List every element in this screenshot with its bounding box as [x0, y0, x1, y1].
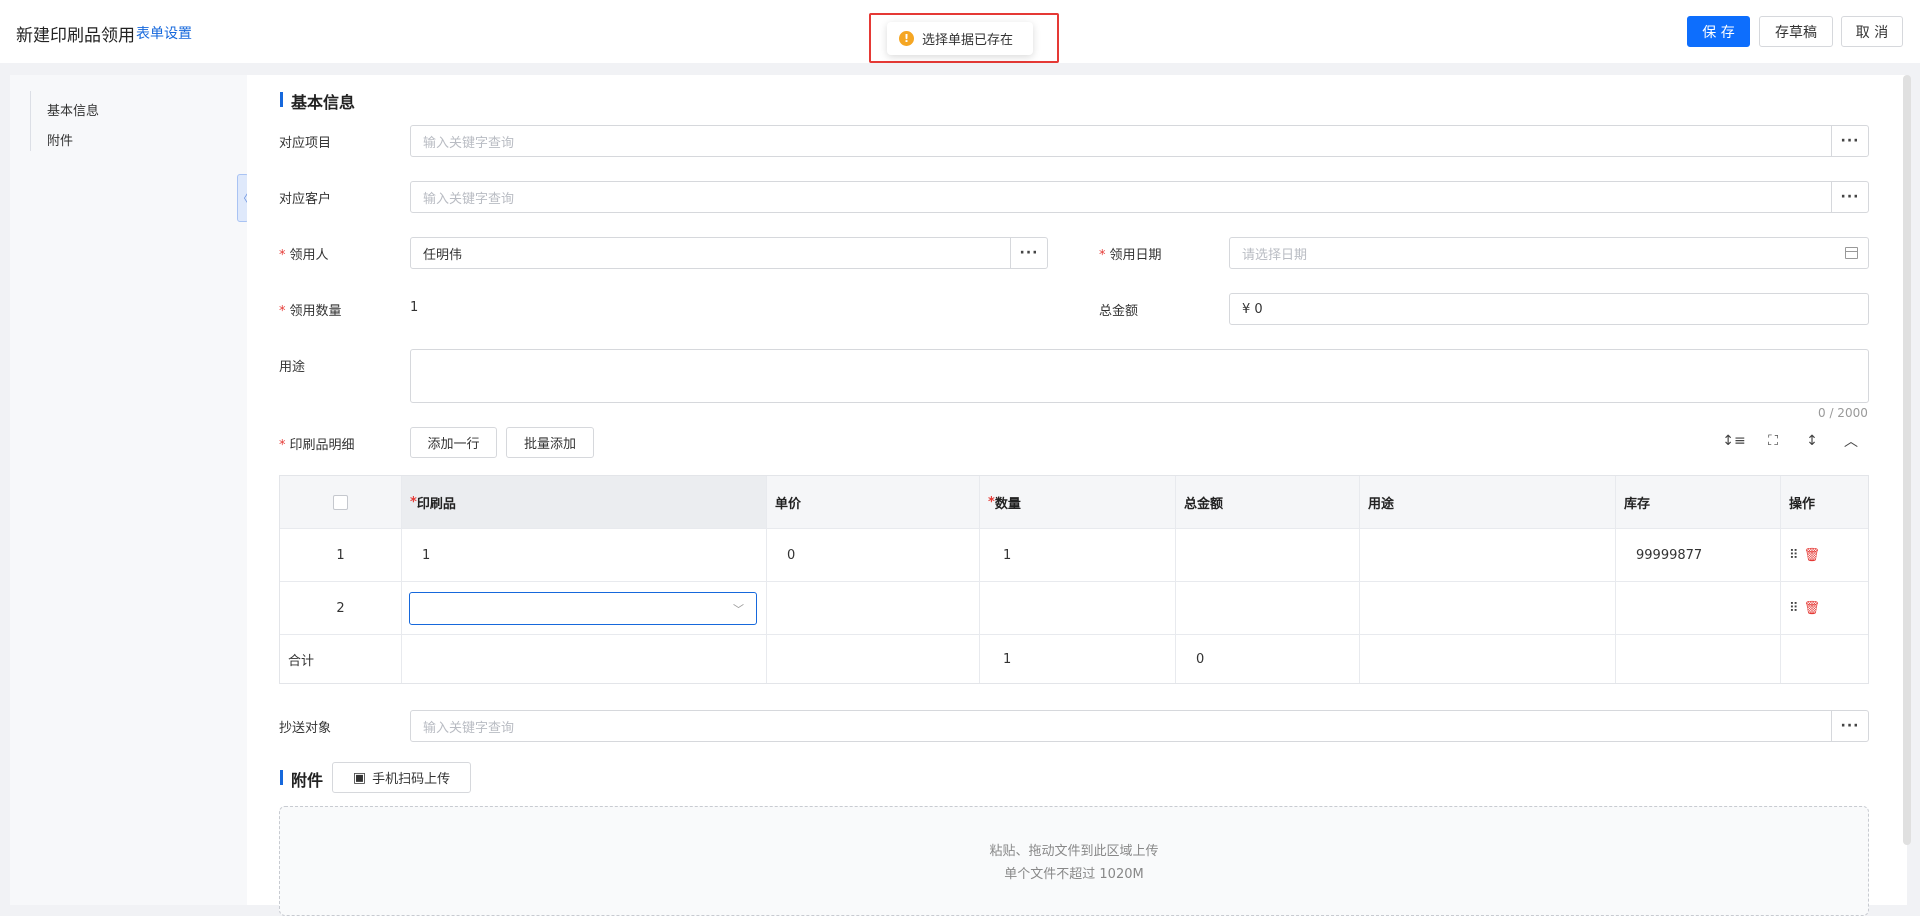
summary-row: 合计 1 0	[280, 635, 1868, 683]
table-row: 1 1 0 1 99999877 ⠿ 🗑	[280, 529, 1868, 582]
total-amount-label: 总金额	[1099, 304, 1139, 319]
drag-handle-icon[interactable]: ⠿	[1789, 548, 1798, 563]
trash-icon[interactable]: 🗑	[1804, 548, 1821, 563]
quantity-label: * 领用数量	[279, 304, 342, 319]
summary-qty: 1	[980, 635, 1176, 683]
trash-icon[interactable]: 🗑	[1804, 601, 1821, 616]
quantity-value: 1	[410, 300, 419, 315]
main-form: 基本信息 对应项目 输入关键字查询 ··· 对应客户 输入关键字查询 ··· *…	[247, 75, 1907, 916]
cancel-button[interactable]: 取 消	[1841, 16, 1903, 47]
recipient-more-button[interactable]: ···	[1010, 237, 1048, 269]
purpose-label: 用途	[279, 360, 306, 375]
chevron-down-icon: ﹀	[733, 602, 744, 616]
actions-cell: ⠿ 🗑	[1781, 529, 1869, 581]
calendar-icon	[1845, 247, 1858, 259]
item-select[interactable]: ﹀	[409, 591, 757, 625]
customer-input[interactable]: 输入关键字查询	[410, 181, 1832, 213]
col-header-purpose: 用途	[1360, 476, 1616, 528]
section-title-attachment: 附件	[291, 771, 324, 790]
cc-input[interactable]: 输入关键字查询	[410, 710, 1832, 742]
table-row: 2 ﹀ ⠿ 🗑	[280, 582, 1868, 635]
stock-cell	[1616, 582, 1781, 634]
summary-actions-cell	[1781, 635, 1869, 683]
dropzone-text: 粘贴、拖动文件到此区域上传	[989, 844, 1159, 859]
item-cell: ﹀	[402, 582, 767, 634]
customer-label: 对应客户	[279, 192, 332, 207]
details-label: * 印刷品明细	[279, 438, 355, 453]
select-all-cell	[280, 476, 402, 528]
purpose-cell[interactable]	[1360, 529, 1616, 581]
col-header-stock: 库存	[1616, 476, 1781, 528]
add-row-button[interactable]: 添加一行	[410, 427, 497, 458]
date-label: * 领用日期	[1099, 248, 1162, 263]
row-height-icon[interactable]: ↕≡	[1722, 429, 1746, 453]
form-settings-link[interactable]: 表单设置	[136, 23, 192, 43]
date-picker[interactable]: 请选择日期	[1229, 237, 1869, 269]
batch-add-button[interactable]: 批量添加	[506, 427, 594, 458]
expand-vertical-icon[interactable]: ↕	[1800, 429, 1824, 453]
details-table: * 印刷品 单价 * 数量 总金额 用途 库存 操作 1 1 0 1 9999987…	[279, 475, 1869, 684]
row-number: 1	[280, 529, 402, 581]
save-draft-button[interactable]: 存草稿	[1759, 16, 1833, 47]
col-header-item: * 印刷品	[402, 476, 767, 528]
summary-item-cell	[402, 635, 767, 683]
total-cell	[1176, 582, 1360, 634]
purpose-char-counter: 0 / 2000	[1818, 406, 1868, 420]
price-cell[interactable]	[767, 582, 980, 634]
customer-more-button[interactable]: ···	[1831, 181, 1869, 213]
toast-message: ! 选择单据已存在	[887, 22, 1033, 55]
qr-code-icon: ▣	[352, 769, 367, 785]
summary-label: 合计	[280, 635, 402, 683]
col-header-total: 总金额	[1176, 476, 1360, 528]
page-title: 新建印刷品领用	[16, 26, 135, 46]
total-cell	[1176, 529, 1360, 581]
left-anchor-nav: 基本信息 附件	[10, 75, 247, 905]
toast-text: 选择单据已存在	[922, 33, 1014, 48]
stock-cell: 99999877	[1616, 529, 1781, 581]
actions-cell: ⠿ 🗑	[1781, 582, 1869, 634]
project-label: 对应项目	[279, 136, 332, 151]
section-title-basic: 基本信息	[291, 93, 356, 112]
select-all-checkbox[interactable]	[333, 494, 348, 510]
page-scrollbar[interactable]	[1903, 75, 1911, 845]
col-header-actions: 操作	[1789, 496, 1816, 512]
total-amount-field: ¥ 0	[1229, 293, 1869, 325]
qty-cell[interactable]	[980, 582, 1176, 634]
cc-more-button[interactable]: ···	[1831, 710, 1869, 742]
nav-item-basic-info[interactable]: 基本信息	[47, 100, 99, 119]
table-header: * 印刷品 单价 * 数量 总金额 用途 库存 操作	[280, 476, 1868, 529]
summary-purpose-cell	[1360, 635, 1616, 683]
purpose-textarea[interactable]	[410, 349, 1869, 403]
chevron-up-icon[interactable]: ︿	[1839, 429, 1863, 453]
purpose-cell[interactable]	[1360, 582, 1616, 634]
price-cell[interactable]: 0	[767, 529, 980, 581]
summary-price-cell	[767, 635, 980, 683]
scan-upload-button[interactable]: ▣ 手机扫码上传	[332, 762, 471, 793]
cc-label: 抄送对象	[279, 721, 332, 736]
project-input[interactable]: 输入关键字查询	[410, 125, 1832, 157]
summary-total: 0	[1176, 635, 1360, 683]
dropzone-limit-text: 单个文件不超过 1020M	[1004, 867, 1144, 882]
recipient-input[interactable]: 任明伟	[410, 237, 1011, 269]
recipient-label: * 领用人	[279, 248, 329, 263]
qty-cell[interactable]: 1	[980, 529, 1176, 581]
section-bar	[280, 770, 283, 785]
fullscreen-icon[interactable]: ⛶	[1761, 429, 1785, 453]
file-dropzone[interactable]: 粘贴、拖动文件到此区域上传 单个文件不超过 1020M	[279, 806, 1869, 916]
row-number: 2	[280, 582, 402, 634]
warning-icon: !	[899, 31, 914, 46]
col-header-price: 单价	[767, 476, 980, 528]
drag-handle-icon[interactable]: ⠿	[1789, 601, 1798, 616]
project-more-button[interactable]: ···	[1831, 125, 1869, 157]
summary-stock-cell	[1616, 635, 1781, 683]
section-bar	[280, 92, 283, 107]
save-button[interactable]: 保 存	[1687, 16, 1750, 47]
item-cell[interactable]: 1	[402, 529, 767, 581]
col-header-qty: * 数量	[980, 476, 1176, 528]
nav-divider	[30, 91, 31, 151]
nav-item-attachment[interactable]: 附件	[47, 130, 73, 149]
